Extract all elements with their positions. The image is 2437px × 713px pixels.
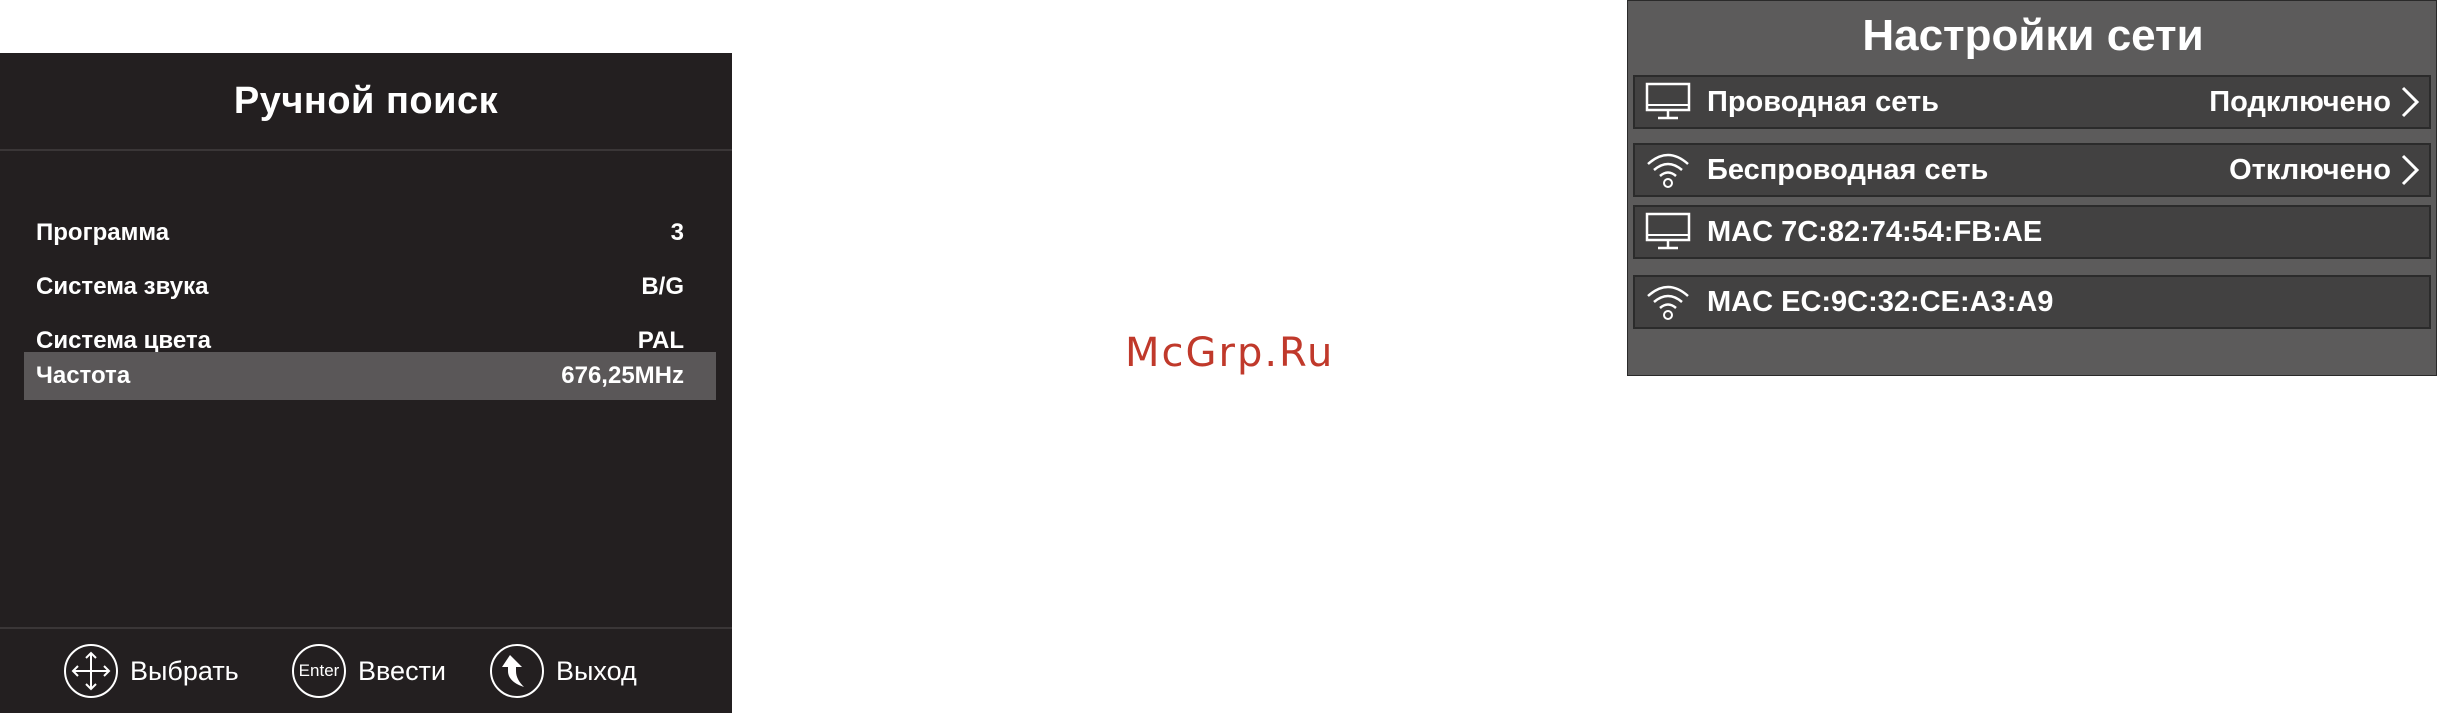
hint-enter-label: Ввести — [358, 655, 447, 686]
hint-select[interactable]: Выбрать — [64, 641, 239, 701]
row-value: B/G — [641, 273, 684, 300]
row-label: Система цвета — [36, 327, 211, 354]
footer-divider — [0, 627, 732, 629]
row-label: Программа — [36, 219, 170, 246]
wireless-network-label: Беспроводная сеть — [1707, 153, 1989, 186]
row-label: Система звука — [36, 273, 209, 300]
wired-network-row[interactable]: Проводная сеть Подключено — [1633, 75, 2431, 129]
network-settings-panel: Настройки сети Проводная сеть Подключено — [1627, 0, 2437, 376]
chevron-right-icon — [2401, 86, 2420, 118]
row-label: Частота — [36, 362, 131, 389]
hint-select-label: Выбрать — [130, 655, 239, 686]
wireless-mac-row: MAC EC:9C:32:CE:A3:A9 — [1633, 275, 2431, 329]
row-value: 3 — [670, 219, 684, 246]
wired-mac-row: MAC 7C:82:74:54:FB:AE — [1633, 205, 2431, 259]
row-sound-system[interactable]: Система звука B/G — [24, 263, 716, 311]
manual-search-panel: Ручной поиск Программа 3 Система звука B… — [0, 53, 732, 713]
chevron-right-icon — [2401, 154, 2420, 186]
enter-icon: Enter — [292, 644, 346, 698]
wifi-icon — [1643, 148, 1693, 192]
watermark: McGrp.Ru — [1125, 330, 1335, 376]
wired-network-label: Проводная сеть — [1707, 85, 1939, 118]
row-program[interactable]: Программа 3 — [24, 209, 716, 257]
network-settings-title: Настройки сети — [1862, 11, 2204, 60]
wireless-network-row[interactable]: Беспроводная сеть Отключено — [1633, 143, 2431, 197]
row-frequency[interactable]: Частота 676,25MHz — [24, 352, 716, 400]
wireless-network-status: Отключено — [2229, 153, 2391, 186]
hint-exit[interactable]: Выход — [490, 641, 637, 701]
row-value: PAL — [637, 327, 684, 354]
row-value: 676,25MHz — [561, 362, 684, 389]
manual-search-title: Ручной поиск — [233, 79, 499, 122]
wired-mac-label: MAC 7C:82:74:54:FB:AE — [1707, 215, 2043, 248]
hint-exit-label: Выход — [556, 655, 637, 686]
wired-network-status: Подключено — [2209, 85, 2391, 118]
hint-enter[interactable]: Enter Ввести — [292, 641, 446, 701]
monitor-icon — [1643, 210, 1693, 254]
title-divider — [0, 149, 732, 151]
arrows-icon — [64, 644, 118, 698]
back-arrow-icon — [490, 644, 544, 698]
wifi-icon — [1643, 280, 1693, 324]
monitor-icon — [1643, 80, 1693, 124]
wireless-mac-label: MAC EC:9C:32:CE:A3:A9 — [1707, 285, 2054, 318]
